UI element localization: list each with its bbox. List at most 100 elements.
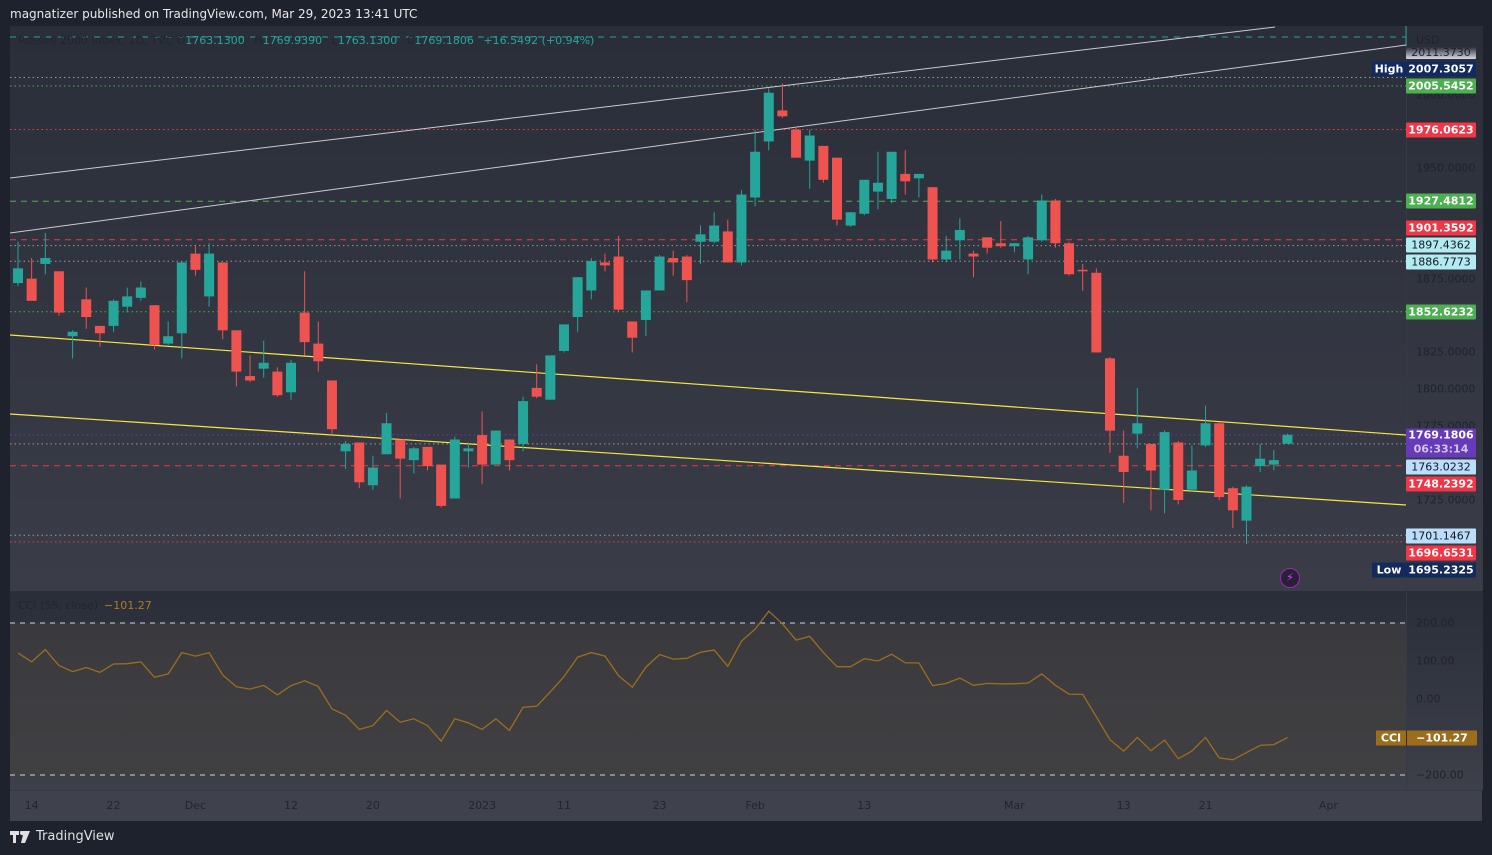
candle-body <box>436 464 447 506</box>
candle <box>1064 241 1075 276</box>
lower-channel-line-1[interactable] <box>10 334 1406 436</box>
upper-channel-line-1[interactable] <box>10 26 1276 179</box>
candle-body <box>1023 237 1034 260</box>
symbol-legend[interactable]: Russell 2000 Index, 1D, TVC O1763.1300 H… <box>18 34 600 47</box>
candle <box>1173 440 1184 505</box>
candle <box>668 250 679 276</box>
time-label: 14 <box>24 799 39 812</box>
candle-body <box>572 277 583 318</box>
candle-body <box>695 234 706 242</box>
candle-body <box>1227 488 1238 511</box>
candle <box>272 367 283 397</box>
candle-body <box>504 439 515 461</box>
candle-body <box>1064 243 1075 275</box>
candle-body <box>1077 269 1088 272</box>
candle-body <box>1132 423 1143 434</box>
candle-body <box>736 194 747 263</box>
candle-body <box>818 145 829 180</box>
high-value: 1769.9390 <box>262 34 323 47</box>
candle <box>1145 443 1156 511</box>
candle-body <box>272 371 283 396</box>
low-value: 1763.1300 <box>337 34 398 47</box>
candle <box>791 126 802 158</box>
candle <box>613 235 624 312</box>
candle-body <box>968 253 979 257</box>
candle <box>477 411 488 484</box>
candle-body <box>913 173 924 179</box>
candle-body <box>313 343 324 362</box>
candle <box>709 212 720 244</box>
candle-body <box>900 173 911 182</box>
candle-body <box>791 129 802 158</box>
candle <box>1105 356 1115 453</box>
candle <box>367 455 378 490</box>
candle <box>422 446 433 471</box>
candle-body <box>531 387 542 397</box>
change-value: +16.5492 (+0.94%) <box>483 34 595 47</box>
lightning-icon[interactable]: ⚡ <box>1280 568 1300 588</box>
candle-body <box>13 268 23 284</box>
time-label: 20 <box>365 799 380 812</box>
price-tick: 1950.0000 <box>1416 161 1476 175</box>
candle-body <box>1009 243 1020 247</box>
time-label: Dec <box>184 799 207 812</box>
symbol-name: Russell 2000 Index, 1D, TVC <box>18 34 174 47</box>
candle-body <box>149 305 160 346</box>
candle-body <box>1145 443 1156 471</box>
candle <box>326 380 337 434</box>
candles <box>13 83 1293 544</box>
candle-body <box>299 312 310 343</box>
candle-body <box>81 299 92 318</box>
candle-body <box>477 435 488 465</box>
tradingview-logo[interactable]: TradingView <box>10 829 115 844</box>
candle-body <box>490 430 501 465</box>
candle <box>818 145 829 183</box>
candle-body <box>381 423 392 455</box>
time-label: 11 <box>557 799 571 812</box>
level-badge: 1897.4362 <box>1406 237 1476 253</box>
currency-label: USD <box>1416 33 1440 47</box>
candle <box>67 330 78 359</box>
candle-body <box>1091 272 1102 353</box>
upper-channel-line-2[interactable] <box>10 44 1406 234</box>
time-label: 12 <box>284 799 298 812</box>
candle <box>176 260 187 359</box>
candle-body <box>395 439 406 459</box>
candle <box>1077 263 1088 291</box>
candle <box>340 440 351 470</box>
time-label: 22 <box>106 799 121 812</box>
lower-channel-line-2[interactable] <box>10 413 1406 506</box>
candle <box>763 88 774 151</box>
close-value: 1769.1806 <box>414 34 474 47</box>
candle-body <box>518 401 529 444</box>
cci-band <box>10 623 1406 775</box>
candle-body <box>777 110 788 117</box>
candle-body <box>326 380 337 430</box>
cci-legend[interactable]: CCI (55, close) −101.27 <box>18 599 152 612</box>
candle-body <box>176 262 187 334</box>
candle <box>449 436 460 499</box>
candle <box>518 396 529 452</box>
candle <box>40 232 51 275</box>
candle <box>436 464 447 508</box>
high-tag: High <box>1372 61 1406 77</box>
candle <box>94 325 105 347</box>
price-tick: 1800.0000 <box>1416 382 1476 396</box>
candle <box>190 244 201 276</box>
candle <box>1227 486 1238 529</box>
candle <box>804 129 815 189</box>
time-label: 21 <box>1198 799 1213 812</box>
candle-body <box>204 253 215 297</box>
candle-body <box>135 287 146 298</box>
candle <box>572 277 583 332</box>
candle-body <box>190 253 201 270</box>
candle-body <box>217 262 228 331</box>
candle-body <box>1214 423 1225 498</box>
candle-body <box>859 179 870 214</box>
candle-body <box>1118 455 1129 472</box>
candle <box>681 255 692 303</box>
candle-body <box>627 321 638 338</box>
candle-body <box>654 256 665 291</box>
cci-plot <box>10 610 1406 776</box>
candle <box>217 262 228 340</box>
